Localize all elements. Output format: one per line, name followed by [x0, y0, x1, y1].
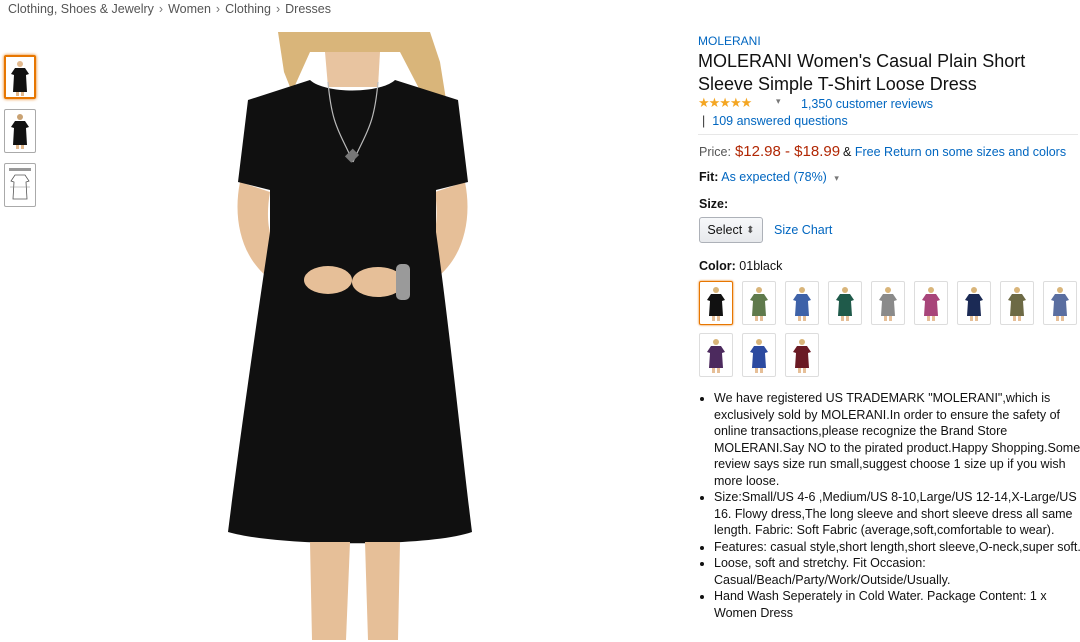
- fit-label: Fit:: [699, 170, 719, 184]
- size-diagram-thumbnail-image: [9, 168, 31, 200]
- dress-thumbnail-image: [11, 114, 29, 149]
- thumbnail-back-view[interactable]: [4, 109, 36, 153]
- price-value: $12.98 - $18.99: [734, 143, 841, 160]
- color-swatch-burgundy[interactable]: [785, 333, 819, 377]
- price-amp: &: [843, 145, 852, 159]
- breadcrumb-item-clothing[interactable]: Clothing: [225, 2, 271, 16]
- color-value: 01black: [739, 259, 783, 273]
- swatch-dress-image: [1051, 287, 1069, 321]
- select-arrows-icon: ⬍: [746, 224, 755, 236]
- fit-row: Fit: As expected (78%) ▾: [699, 170, 839, 184]
- color-swatch-black[interactable]: [699, 281, 733, 325]
- price-row: Price: $12.98 - $18.99 & Free Return on so…: [699, 143, 1066, 160]
- thumbnail-front-view[interactable]: [4, 55, 36, 99]
- color-row: Color: 01black: [699, 259, 782, 273]
- color-swatch-rose[interactable]: [914, 281, 948, 325]
- color-swatch-gray[interactable]: [871, 281, 905, 325]
- fit-dropdown-icon[interactable]: ▾: [834, 173, 839, 183]
- color-swatch-blue[interactable]: [785, 281, 819, 325]
- size-label: Size:: [699, 197, 729, 211]
- star-rating-icon[interactable]: ★★★★★: [698, 95, 752, 111]
- size-select-dropdown[interactable]: Select ⬍: [699, 217, 763, 243]
- fit-value-link[interactable]: As expected (78%): [721, 170, 827, 184]
- color-swatch-dark-green[interactable]: [828, 281, 862, 325]
- size-chart-link[interactable]: Size Chart: [774, 223, 832, 237]
- thumbnail-size-diagram[interactable]: [4, 163, 36, 207]
- swatch-dress-image: [1008, 287, 1026, 321]
- color-swatch-purple[interactable]: [699, 333, 733, 377]
- color-swatch-olive[interactable]: [1000, 281, 1034, 325]
- swatch-dress-image: [793, 287, 811, 321]
- divider: [698, 134, 1078, 135]
- price-label: Price:: [699, 145, 731, 159]
- color-swatch-navy[interactable]: [957, 281, 991, 325]
- breadcrumb-separator: ›: [215, 2, 221, 16]
- breadcrumb-item-category[interactable]: Clothing, Shoes & Jewelry: [8, 2, 154, 16]
- feature-bullets: We have registered US TRADEMARK "MOLERAN…: [699, 390, 1080, 621]
- swatch-dress-image: [707, 339, 725, 373]
- product-main-image[interactable]: [200, 32, 500, 640]
- breadcrumb-separator: ›: [275, 2, 281, 16]
- feature-bullet: Loose, soft and stretchy. Fit Occasion: …: [714, 555, 1080, 588]
- breadcrumb-item-women[interactable]: Women: [168, 2, 211, 16]
- swatch-dress-image: [879, 287, 897, 321]
- answered-questions-link[interactable]: 109 answered questions: [712, 114, 848, 128]
- qa-separator: |: [702, 114, 706, 128]
- feature-bullet: Size:Small/US 4-6 ,Medium/US 8-10,Large/…: [714, 489, 1080, 539]
- feature-bullet: Features: casual style,short length,shor…: [714, 539, 1080, 556]
- breadcrumb-item-dresses[interactable]: Dresses: [285, 2, 331, 16]
- breadcrumb-separator: ›: [158, 2, 164, 16]
- breadcrumb: Clothing, Shoes & Jewelry › Women › Clothing…: [8, 2, 331, 16]
- swatch-dress-image: [707, 287, 725, 321]
- color-label: Color:: [699, 259, 736, 273]
- color-swatch-denim[interactable]: [1043, 281, 1077, 325]
- answered-questions: | 109 answered questions: [702, 114, 848, 128]
- swatch-dress-image: [750, 287, 768, 321]
- customer-reviews-link[interactable]: 1,350 customer reviews: [801, 97, 933, 111]
- brand-link[interactable]: MOLERANI: [698, 34, 761, 48]
- color-swatch-army-green[interactable]: [742, 281, 776, 325]
- swatch-dress-image: [836, 287, 854, 321]
- dress-thumbnail-image: [11, 61, 29, 96]
- size-select-label: Select: [707, 223, 743, 237]
- feature-bullet: We have registered US TRADEMARK "MOLERAN…: [714, 390, 1080, 489]
- swatch-dress-image: [922, 287, 940, 321]
- free-return-link[interactable]: Free Return on some sizes and colors: [855, 145, 1066, 159]
- swatch-dress-image: [793, 339, 811, 373]
- color-swatch-royal-blue[interactable]: [742, 333, 776, 377]
- product-title: MOLERANI Women's Casual Plain Short Slee…: [698, 51, 1026, 94]
- rating-dropdown-icon[interactable]: ▾: [776, 96, 781, 107]
- feature-bullet: Hand Wash Seperately in Cold Water. Pack…: [714, 588, 1080, 621]
- swatch-dress-image: [750, 339, 768, 373]
- swatch-dress-image: [965, 287, 983, 321]
